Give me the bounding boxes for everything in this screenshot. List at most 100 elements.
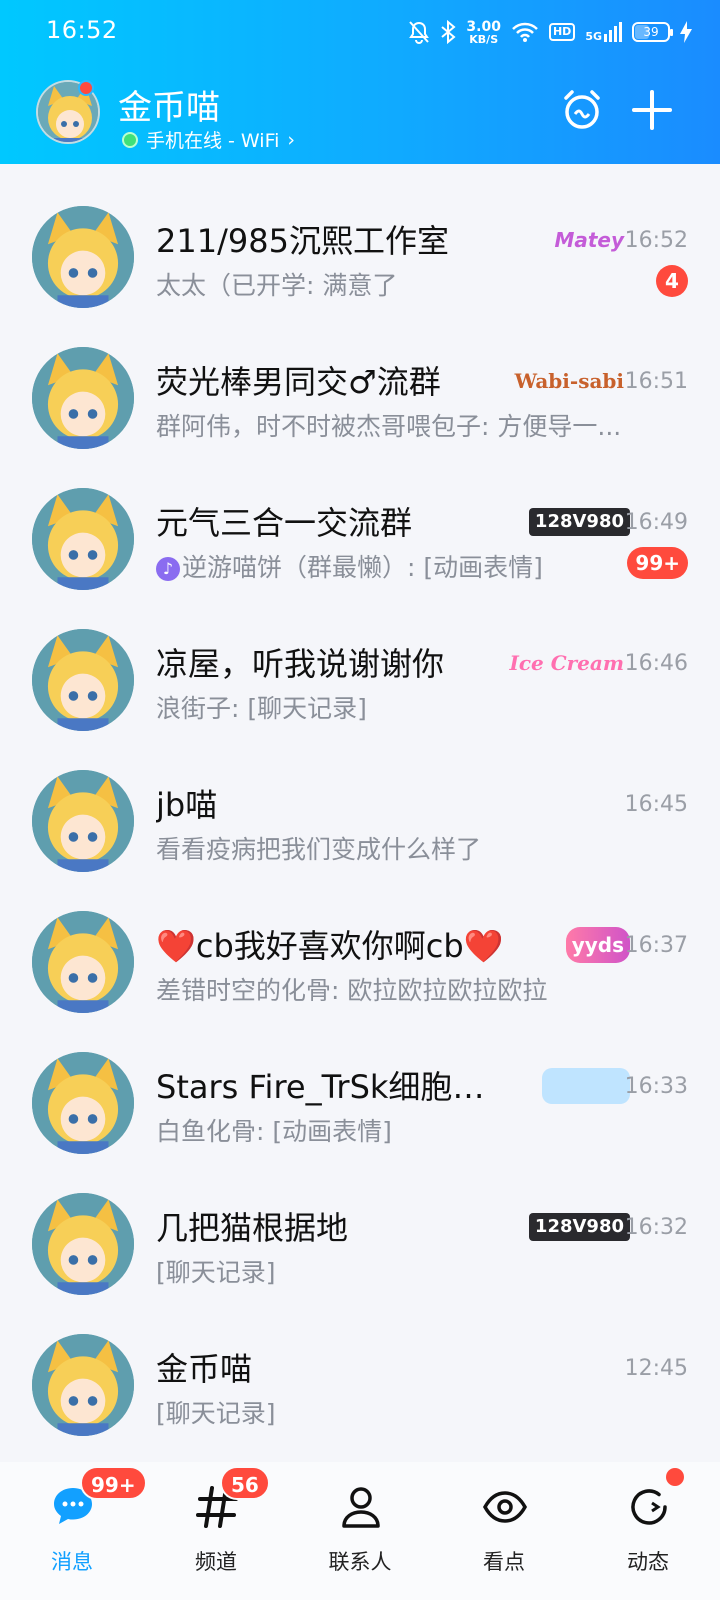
chat-time: 12:45	[624, 1356, 688, 1381]
chevron-right-icon: ›	[287, 128, 296, 151]
tab-discover-label: 看点	[483, 1550, 525, 1574]
chat-preview-text: 逆游喵饼（群最懒）: [动画表情]	[182, 553, 543, 582]
signal-icon	[604, 22, 622, 42]
chat-tag-banner	[542, 1068, 630, 1104]
chat-time: 16:45	[624, 792, 688, 817]
profile-notification-dot	[78, 80, 94, 96]
tab-moments[interactable]: 动态	[576, 1462, 720, 1600]
cat-girl-avatar-icon	[32, 1193, 134, 1295]
app-header: 16:52 3.00 KB/S HD 5G 39 金币喵 手机在线 - WiFi…	[0, 0, 720, 164]
refresh-star-icon	[631, 1489, 667, 1525]
cat-girl-avatar-icon	[32, 488, 134, 590]
cat-girl-avatar-icon	[32, 629, 134, 731]
chat-tag: yyds	[565, 927, 630, 963]
speed-value: 3.00	[466, 18, 501, 35]
online-status-label: 手机在线 - WiFi	[146, 130, 280, 152]
chat-title: 几把猫根据地	[156, 1209, 349, 1247]
chat-list: 211/985沉熙工作室 Matey 16:52 太太（已开学: 满意了 4 荧…	[0, 164, 720, 1436]
bluetooth-icon	[441, 20, 456, 44]
tab-moments-label: 动态	[627, 1550, 669, 1574]
tab-contacts-label: 联系人	[328, 1550, 392, 1574]
chat-preview: 差错时空的化骨: 欧拉欧拉欧拉欧拉	[156, 976, 548, 1005]
chat-title: 元气三合一交流群	[156, 504, 413, 542]
chat-tag: 128V980	[528, 1213, 630, 1241]
chat-row[interactable]: 几把猫根据地 128V980 16:32 [聊天记录]	[0, 1151, 720, 1295]
speed-unit: KB/S	[469, 32, 499, 46]
mute-bell-icon	[409, 21, 430, 44]
chat-row[interactable]: ❤️cb我好喜欢你啊cb❤️ yyds 16:37 差错时空的化骨: 欧拉欧拉欧…	[0, 869, 720, 1013]
tab-discover[interactable]: 看点	[432, 1462, 576, 1600]
chat-time: 16:49	[624, 510, 688, 535]
chat-preview: ♪ 逆游喵饼（群最懒）: [动画表情]	[156, 548, 543, 584]
chat-row[interactable]: 凉屋，听我说谢谢你 Ice Cream 16:46 浪街子: [聊天记录]	[0, 587, 720, 731]
chat-preview: [聊天记录]	[156, 1258, 276, 1287]
chat-title: Stars Fire_TrSk细胞加...	[156, 1068, 511, 1106]
chat-title: jb喵	[156, 786, 218, 824]
chat-title: 凉屋，听我说谢谢你	[156, 645, 445, 683]
chat-tag: Wabi-sabi	[514, 369, 624, 393]
cat-girl-avatar-icon	[32, 206, 134, 308]
chat-avatar[interactable]	[32, 1334, 134, 1436]
chat-preview: [聊天记录]	[156, 1399, 276, 1428]
status-icons: 3.00 KB/S HD 5G 39	[408, 16, 692, 48]
cat-girl-avatar-icon	[32, 911, 134, 1013]
cat-girl-avatar-icon	[32, 1052, 134, 1154]
chat-preview: 白鱼化骨: [动画表情]	[156, 1117, 392, 1146]
tab-messages[interactable]: 99+ 消息	[0, 1462, 147, 1600]
wifi-icon	[512, 22, 538, 42]
cat-girl-avatar-icon	[32, 770, 134, 872]
status-bar: 16:52 3.00 KB/S HD 5G 39	[0, 0, 720, 62]
chat-avatar[interactable]	[32, 488, 134, 590]
chat-row[interactable]: 211/985沉熙工作室 Matey 16:52 太太（已开学: 满意了 4	[0, 164, 720, 308]
chat-tag: Matey	[554, 228, 624, 252]
music-note-icon: ♪	[156, 557, 180, 581]
moments-dot	[666, 1468, 684, 1486]
person-icon	[342, 1487, 380, 1528]
status-time: 16:52	[46, 16, 118, 44]
chat-row[interactable]: 荧光棒男同交♂流群 Wabi-sabi 16:51 群阿伟，时不时被杰哥喂包子:…	[0, 305, 720, 449]
chat-preview: 看看疫病把我们变成什么样了	[156, 835, 482, 864]
profile-name[interactable]: 金币喵	[118, 80, 220, 129]
chat-preview: 浪街子: [聊天记录]	[156, 694, 367, 723]
tab-messages-label: 消息	[51, 1550, 93, 1574]
tab-channels-label: 频道	[195, 1550, 237, 1574]
chat-tag: Ice Cream	[509, 651, 624, 675]
chat-row[interactable]: 元气三合一交流群 128V980 16:49 ♪ 逆游喵饼（群最懒）: [动画表情…	[0, 446, 720, 590]
add-icon[interactable]	[628, 86, 676, 134]
chat-title: 211/985沉熙工作室	[156, 222, 449, 260]
chat-title: 金币喵	[156, 1350, 253, 1388]
chat-avatar[interactable]	[32, 1193, 134, 1295]
chat-avatar[interactable]	[32, 770, 134, 872]
unread-badge: 99+	[627, 547, 688, 579]
network-speed: 3.00 KB/S	[466, 20, 501, 45]
chat-time: 16:33	[624, 1074, 688, 1099]
alarm-clock-icon[interactable]	[558, 86, 606, 134]
tab-contacts[interactable]: 联系人	[288, 1462, 432, 1600]
charging-icon	[680, 21, 692, 43]
chat-row[interactable]: 金币喵 12:45 [聊天记录]	[0, 1292, 720, 1436]
battery-level: 39	[643, 25, 659, 39]
cat-girl-avatar-icon	[32, 1334, 134, 1436]
battery-indicator: 39	[632, 22, 673, 42]
chat-row[interactable]: jb喵 16:45 看看疫病把我们变成什么样了	[0, 728, 720, 872]
unread-badge: 4	[656, 265, 688, 297]
chat-avatar[interactable]	[32, 206, 134, 308]
chat-avatar[interactable]	[32, 347, 134, 449]
chat-avatar[interactable]	[32, 1052, 134, 1154]
channels-badge: 56	[220, 1466, 270, 1500]
online-status[interactable]: 手机在线 - WiFi ›	[122, 126, 295, 153]
online-dot-icon	[122, 131, 138, 148]
bottom-navigation: 99+ 消息 56 频道 联系人 看点 动态	[0, 1462, 720, 1600]
chat-time: 16:32	[624, 1215, 688, 1240]
chat-title: 荧光棒男同交♂流群	[156, 363, 441, 401]
network-type: 5G	[585, 22, 622, 42]
chat-preview: 群阿伟，时不时被杰哥喂包子: 方便导一...	[156, 412, 622, 441]
tab-channels[interactable]: 56 频道	[144, 1462, 288, 1600]
chat-avatar[interactable]	[32, 911, 134, 1013]
chat-time: 16:52	[624, 228, 688, 253]
chat-row[interactable]: Stars Fire_TrSk细胞加... 16:33 白鱼化骨: [动画表情]	[0, 1010, 720, 1154]
chat-tag: 128V980	[528, 508, 630, 536]
eye-icon	[482, 1491, 528, 1523]
chat-avatar[interactable]	[32, 629, 134, 731]
chat-preview: 太太（已开学: 满意了	[156, 271, 398, 300]
